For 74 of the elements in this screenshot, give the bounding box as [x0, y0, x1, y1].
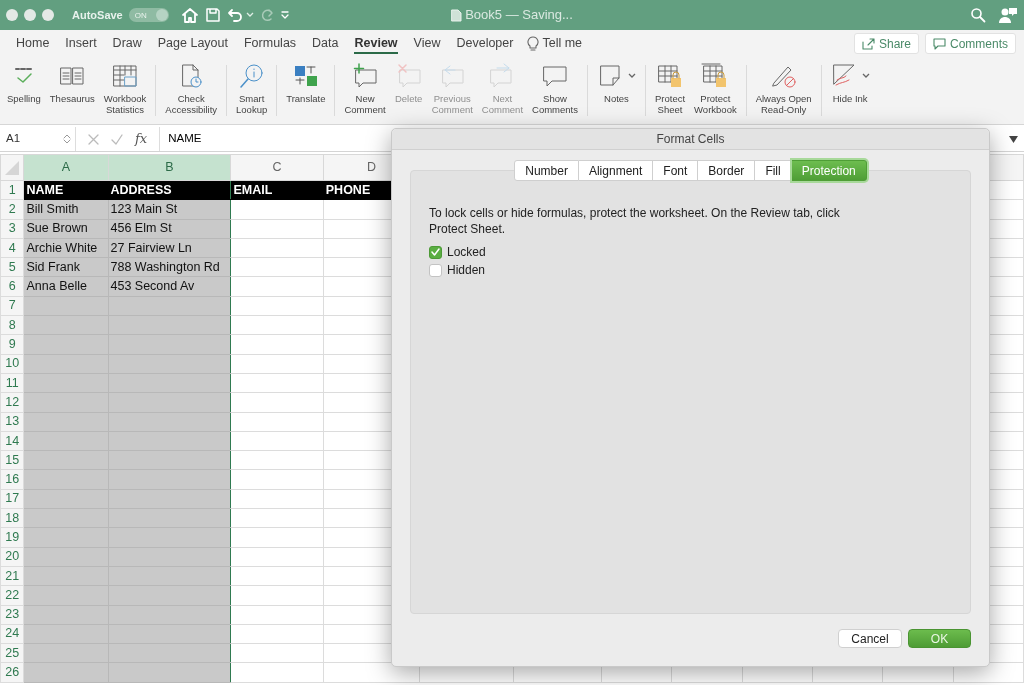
dialog-tab[interactable]: Fill [755, 160, 792, 181]
ribbon-button[interactable]: Hide Ink [827, 59, 873, 124]
ribbon-button[interactable]: Workbook Statistics [100, 59, 150, 124]
name-box[interactable]: A1 [0, 127, 76, 151]
cancel-button[interactable]: Cancel [838, 629, 902, 648]
dialog-tab[interactable]: Alignment [578, 160, 654, 181]
description-text: To lock cells or hide formulas, protect the worksheet. On the Review tab, click Protect Sheet. [429, 205, 841, 237]
dialog-tab[interactable]: Protection [791, 160, 867, 181]
lightbulb-icon [527, 35, 540, 52]
ribbon-button[interactable]: Translate [283, 59, 329, 124]
undo-arrow-icon [226, 8, 243, 22]
select-all-icon [5, 160, 20, 175]
customize-caret-icon [279, 10, 290, 20]
ribbon-tab[interactable]: Data [304, 30, 347, 57]
window-zoom-button[interactable] [42, 9, 54, 21]
ribbon-tab[interactable]: Developer [448, 30, 522, 57]
window-minimize-button[interactable] [24, 9, 36, 21]
cancel-icon [88, 133, 99, 145]
document-title: Book5 — Saving... [465, 6, 573, 25]
search-icon [970, 7, 986, 23]
checkbox[interactable] [429, 245, 442, 259]
undo-icon[interactable] [226, 8, 254, 22]
check-icon [431, 248, 440, 256]
comment-icon [933, 37, 946, 50]
insert-function-label[interactable]: fx [135, 129, 148, 149]
sheet-lock-icon [656, 62, 684, 90]
dialog-tab[interactable]: Number [514, 160, 579, 181]
dialog-tab[interactable]: Font [653, 160, 699, 181]
ribbon-tab[interactable]: Home [8, 30, 58, 57]
ribbon-button[interactable]: Protect Workbook [691, 59, 740, 124]
person-icon [998, 6, 1018, 24]
undo-caret-icon [245, 12, 254, 18]
ribbon-tab[interactable]: View [405, 30, 449, 57]
column-header[interactable]: A [23, 154, 108, 181]
share-button[interactable]: Share [853, 33, 919, 54]
ribbon-tab[interactable]: Insert [57, 30, 105, 57]
ribbon-tab[interactable]: Page Layout [149, 30, 236, 57]
ok-button[interactable]: OK [908, 629, 971, 648]
document-icon [451, 8, 463, 22]
ribbon-button[interactable]: Thesaurus [46, 59, 98, 124]
ribbon-button[interactable]: Always Open Read-Only [752, 59, 815, 124]
comment-plus-icon [351, 62, 380, 90]
dialog-title: Format Cells [392, 129, 989, 150]
window-close-button[interactable] [6, 9, 18, 21]
ribbon-tab[interactable]: Review [346, 30, 406, 57]
comments-button[interactable]: Comments [925, 33, 1016, 54]
ribbon-button[interactable]: Smart Lookup [233, 59, 271, 124]
home-icon [180, 7, 199, 23]
ribbon-button[interactable]: Protect Sheet [651, 59, 689, 124]
ribbon-tab[interactable]: Draw [104, 30, 150, 57]
autosave-label: AutoSave [72, 7, 123, 23]
save-icon [204, 7, 221, 23]
caret-icon [627, 73, 636, 79]
redo-icon [259, 8, 274, 22]
tell-me-search[interactable]: Tell me [542, 30, 583, 57]
stepper-icon [63, 133, 71, 145]
table-icon [111, 62, 139, 90]
dialog-tab[interactable]: Border [698, 160, 756, 181]
ribbon-button[interactable]: Show Comments [529, 59, 581, 124]
ribbon-button[interactable]: Check Accessibility [162, 59, 221, 124]
ribbon-tab[interactable]: Formulas [236, 30, 305, 57]
checkbox[interactable] [429, 263, 442, 277]
caret-icon [861, 73, 870, 79]
ribbon-button[interactable]: Notes [593, 59, 639, 124]
checkbox-label[interactable]: Hidden [447, 261, 486, 279]
expand-caret-icon [1009, 135, 1018, 143]
column-header[interactable]: B [108, 154, 231, 181]
ribbon-button[interactable]: New Comment [341, 59, 389, 124]
ribbon-button[interactable]: Spelling [4, 59, 44, 124]
checkbox-label[interactable]: Locked [447, 243, 486, 261]
enter-icon [111, 133, 123, 145]
column-header[interactable]: C [230, 154, 324, 181]
magnifier-info-icon [237, 62, 266, 90]
share-icon [861, 37, 875, 50]
